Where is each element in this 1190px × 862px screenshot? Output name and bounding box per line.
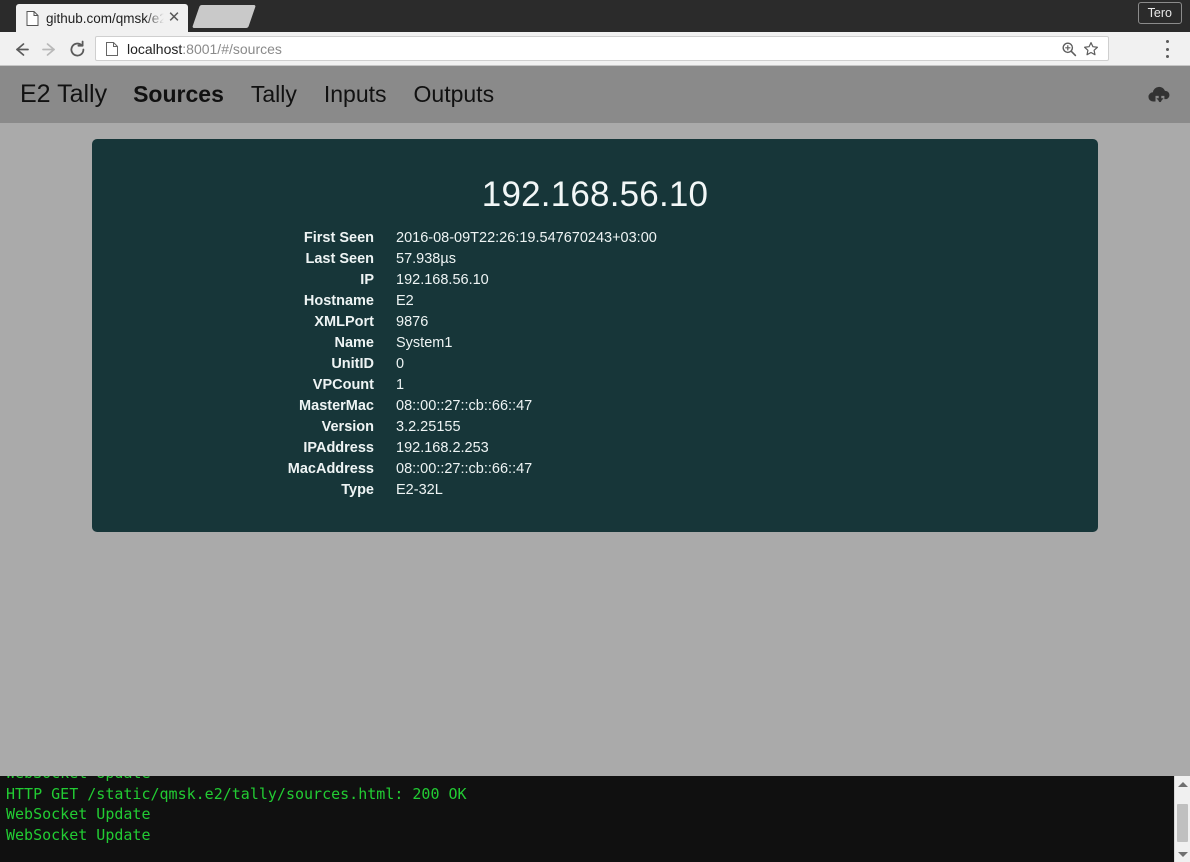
new-tab-button[interactable] <box>192 5 256 28</box>
browser-tab[interactable]: github.com/qmsk/e2 ✕ <box>16 4 188 32</box>
scroll-up-arrow-icon[interactable] <box>1175 777 1190 791</box>
terminal-line: WebSocket Update <box>6 825 151 844</box>
property-row: Last Seen 57.938µs <box>92 249 1098 270</box>
close-icon[interactable]: ✕ <box>166 10 182 26</box>
property-value: 9876 <box>396 314 429 330</box>
property-value: 3.2.25155 <box>396 419 461 435</box>
property-row: Version 3.2.25155 <box>92 417 1098 438</box>
property-row: VPCount 1 <box>92 375 1098 396</box>
browser-toolbar: localhost:8001/#/sources <box>0 32 1190 66</box>
terminal-scrollbar[interactable] <box>1174 776 1190 862</box>
property-label: First Seen <box>303 230 374 246</box>
terminal-line: WebSocket Update <box>6 776 1156 784</box>
star-bookmark-icon[interactable] <box>1080 38 1102 60</box>
page-icon <box>106 41 118 56</box>
nav-link-outputs[interactable]: Outputs <box>414 81 495 108</box>
property-value: 192.168.2.253 <box>396 440 489 456</box>
property-row: First Seen 2016-08-09T22:26:19.547670243… <box>92 228 1098 249</box>
property-value: System1 <box>396 335 453 351</box>
scroll-down-arrow-icon[interactable] <box>1175 847 1190 861</box>
browser-tab-strip: github.com/qmsk/e2 ✕ Tero <box>0 0 1190 32</box>
property-label: IP <box>360 272 374 288</box>
property-row: IPAddress 192.168.2.253 <box>92 438 1098 459</box>
browser-tab-title: github.com/qmsk/e2 <box>46 10 164 26</box>
property-row: Hostname E2 <box>92 291 1098 312</box>
property-row: UnitID 0 <box>92 354 1098 375</box>
terminal-output: WebSocket Update HTTP GET /static/qmsk.e… <box>6 776 1156 845</box>
property-value: 2016-08-09T22:26:19.547670243+03:00 <box>396 230 657 246</box>
property-row: XMLPort 9876 <box>92 312 1098 333</box>
terminal-window[interactable]: WebSocket Update HTTP GET /static/qmsk.e… <box>0 776 1190 862</box>
navbar-brand[interactable]: E2 Tally <box>20 80 107 109</box>
property-label: UnitID <box>331 356 374 372</box>
scrollbar-thumb[interactable] <box>1177 804 1188 842</box>
property-label: Type <box>341 482 374 498</box>
property-label: VPCount <box>312 377 374 393</box>
source-detail-panel: 192.168.56.10 First Seen 2016-08-09T22:2… <box>92 139 1098 532</box>
cloud-download-icon[interactable] <box>1146 84 1174 106</box>
nav-link-sources[interactable]: Sources <box>133 81 224 108</box>
property-value: 1 <box>396 377 405 393</box>
address-bar[interactable]: localhost:8001/#/sources <box>95 36 1109 61</box>
property-value: 08::00::27::cb::66::47 <box>396 398 533 414</box>
property-label: Version <box>321 419 374 435</box>
nav-link-inputs[interactable]: Inputs <box>324 81 387 108</box>
reload-icon[interactable] <box>64 36 90 62</box>
forward-arrow-icon[interactable] <box>36 36 62 62</box>
zoom-magnifier-icon[interactable] <box>1058 38 1080 60</box>
address-bar-path: :8001/#/sources <box>182 40 282 57</box>
property-row: Name System1 <box>92 333 1098 354</box>
kebab-menu-icon[interactable] <box>1165 40 1169 58</box>
property-row: IP 192.168.56.10 <box>92 270 1098 291</box>
back-arrow-icon[interactable] <box>8 36 34 62</box>
property-row: MacAddress 08::00::27::cb::66::47 <box>92 459 1098 480</box>
property-value: 192.168.56.10 <box>396 272 489 288</box>
property-label: Hostname <box>303 293 374 309</box>
property-label: Last Seen <box>305 251 375 267</box>
property-label: XMLPort <box>314 314 374 330</box>
property-label: Name <box>334 335 375 351</box>
app-navbar: E2 Tally Sources Tally Inputs Outputs <box>0 66 1190 123</box>
property-label: IPAddress <box>303 440 374 456</box>
property-row: MasterMac 08::00::27::cb::66::47 <box>92 396 1098 417</box>
property-value: E2-32L <box>396 482 443 498</box>
property-value: E2 <box>396 293 414 309</box>
profile-button[interactable]: Tero <box>1137 2 1182 24</box>
property-label: MacAddress <box>287 461 374 477</box>
property-value: 08::00::27::cb::66::47 <box>396 461 533 477</box>
page-icon <box>26 10 39 26</box>
source-properties-list: First Seen 2016-08-09T22:26:19.547670243… <box>92 228 1098 501</box>
property-value: 57.938µs <box>396 251 456 267</box>
nav-link-tally[interactable]: Tally <box>251 81 297 108</box>
property-label: MasterMac <box>299 398 374 414</box>
address-bar-url: localhost:8001/#/sources <box>127 41 1058 57</box>
address-bar-host: localhost <box>127 40 183 57</box>
web-page: E2 Tally Sources Tally Inputs Outputs 19… <box>0 66 1190 776</box>
terminal-line: WebSocket Update <box>6 805 151 824</box>
property-row: Type E2-32L <box>92 480 1098 501</box>
terminal-line: HTTP GET /static/qmsk.e2/tally/sources.h… <box>6 784 467 803</box>
property-value: 0 <box>396 356 405 372</box>
panel-title: 192.168.56.10 <box>481 175 709 214</box>
